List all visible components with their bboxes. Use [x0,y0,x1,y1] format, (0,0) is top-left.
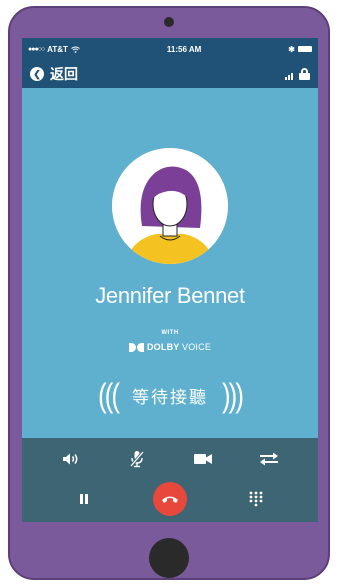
end-call-icon [162,496,178,503]
home-button[interactable] [149,538,189,578]
status-bar: ●●●○○ AT&T 11:56 AM ✱ [22,38,318,60]
left-sound-waves: ((( [98,375,120,415]
hold-button[interactable] [70,488,98,510]
speaker-icon [63,453,78,465]
lock-icon [299,68,310,80]
pause-icon [80,494,88,504]
mute-button[interactable] [123,448,151,470]
cell-signal-icon: ●●●○○ [28,45,45,53]
right-sound-waves: ))) [222,375,244,415]
nav-right [285,68,310,80]
with-label: WITH [161,330,179,336]
call-status-row: ((( 等待接聽 ))) [22,375,318,414]
status-right: ✱ [288,45,312,54]
dolby-wordmark: DOLBY VOICE [147,342,211,352]
dolby-bold-text: DOLBY [146,342,180,352]
dolby-voice-logo: DOLBY VOICE [22,342,318,352]
mute-microphone-icon [129,451,145,468]
switch-call-button[interactable] [255,448,283,470]
status-left: ●●●○○ AT&T [28,45,80,54]
person-avatar-icon [112,148,228,264]
keypad-button[interactable] [242,488,270,510]
back-button[interactable]: ❮ 返回 [30,64,78,84]
caller-avatar [112,148,228,264]
caller-name: Jennifer Bennet [95,283,245,308]
end-call-button[interactable] [153,482,187,516]
video-camera-icon [194,454,212,464]
swap-arrows-icon [260,452,278,466]
back-label: 返回 [50,66,78,82]
dolby-voice-text: VOICE [182,342,212,352]
keypad-icon [249,491,263,507]
phone-screen: ●●●○○ AT&T 11:56 AM ✱ ❮ 返回 Jennifer Benn… [22,38,318,522]
signal-strength-icon [285,70,293,80]
video-button[interactable] [189,448,217,470]
dolby-double-d-icon [128,342,144,352]
call-status-text: 等待接聽 [132,388,208,407]
phone-frame: ●●●○○ AT&T 11:56 AM ✱ ❮ 返回 Jennifer Benn… [8,6,330,580]
controls-row-2 [22,482,318,516]
front-camera [164,17,174,27]
call-controls [22,438,318,522]
battery-icon [298,46,312,52]
controls-row-1 [22,448,318,470]
bluetooth-icon: ✱ [288,44,295,54]
carrier-name: AT&T [47,44,68,54]
speaker-button[interactable] [57,448,85,470]
back-arrow-icon: ❮ [30,67,44,81]
nav-bar: ❮ 返回 [22,60,318,88]
status-time: 11:56 AM [166,44,202,54]
wifi-icon [71,46,80,53]
